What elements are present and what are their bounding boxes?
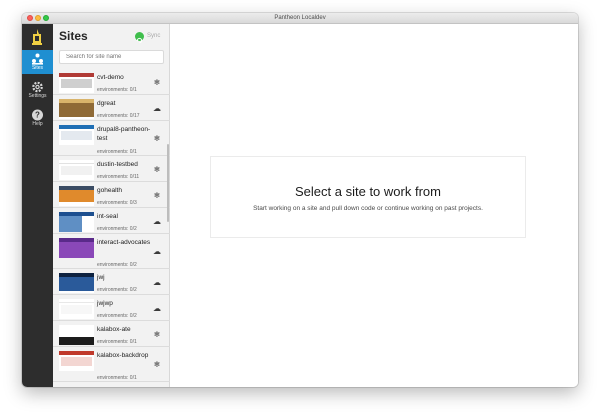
site-environments: environments: 0/1 — [97, 339, 137, 345]
site-thumbnail — [59, 238, 94, 258]
snowflake-icon: ❄ — [153, 360, 161, 369]
snowflake-icon: ❄ — [153, 165, 161, 174]
site-row[interactable]: dgreat environments: 0/17 ☁ — [53, 95, 170, 121]
site-list: cvt-demo environments: 0/1 ❄ dgreat envi… — [53, 69, 170, 387]
site-name: dustin-testbed — [97, 161, 138, 168]
site-name: interact-advocates — [97, 239, 151, 246]
snowflake-icon: ❄ — [153, 330, 161, 339]
sync-label: Sync — [147, 33, 161, 39]
site-name: drupal8-pantheon-test — [97, 126, 151, 142]
site-name: kalabox-backdrop — [97, 352, 149, 359]
panel-title: Sites — [59, 29, 88, 43]
site-thumbnail — [59, 73, 94, 93]
site-thumbnail — [59, 160, 94, 180]
site-name: dgreat — [97, 100, 116, 107]
nav-item-label: Settings — [28, 93, 47, 99]
site-search-input[interactable] — [59, 50, 164, 64]
site-row[interactable]: gohealth environments: 0/3 ❄ — [53, 182, 170, 208]
cloud-icon: ☁ — [153, 104, 161, 113]
cloud-icon: ☁ — [153, 247, 161, 256]
site-name: jwjwp — [97, 300, 113, 307]
site-name: jwj — [97, 274, 105, 281]
sites-panel: Sites Sync cvt-demo environments: 0/1 ❄ — [53, 24, 170, 387]
site-thumbnail — [59, 351, 94, 371]
title-bar: Pantheon Localdev — [22, 13, 578, 24]
empty-state-subtext: Start working on a site and pull down co… — [253, 205, 483, 212]
empty-state-heading: Select a site to work from — [295, 184, 441, 199]
snowflake-icon: ❄ — [153, 191, 161, 200]
site-row[interactable]: int-seal environments: 0/2 ☁ — [53, 208, 170, 234]
site-thumbnail — [59, 186, 94, 206]
nav-item-sites[interactable]: Sites — [22, 50, 53, 74]
site-thumbnail — [59, 273, 94, 293]
site-environments: environments: 0/2 — [97, 226, 137, 232]
site-environments: environments: 0/2 — [97, 313, 137, 319]
site-row[interactable]: interact-advocates environments: 0/2 ☁ — [53, 234, 170, 269]
app-window: Pantheon Localdev Sites Settings ? Help … — [22, 13, 578, 387]
site-environments: environments: 0/11 — [97, 174, 140, 180]
pantheon-logo-icon — [32, 29, 42, 45]
nav-item-help[interactable]: ? Help — [22, 106, 53, 130]
main-content: Select a site to work from Start working… — [170, 24, 578, 387]
snowflake-icon: ❄ — [153, 78, 161, 87]
site-environments: environments: 0/1 — [97, 375, 137, 381]
site-name: kalabox-ate — [97, 326, 131, 333]
site-environments: environments: 0/2 — [97, 287, 137, 293]
site-environments: environments: 0/17 — [97, 113, 140, 119]
window-title: Pantheon Localdev — [274, 15, 326, 21]
site-environments: environments: 0/3 — [97, 200, 137, 206]
empty-state-card: Select a site to work from Start working… — [210, 156, 526, 238]
site-row[interactable]: cvt-demo environments: 0/1 ❄ — [53, 69, 170, 95]
site-thumbnail — [59, 299, 94, 319]
site-environments: environments: 0/1 — [97, 149, 137, 155]
site-row[interactable]: jwj environments: 0/2 ☁ — [53, 269, 170, 295]
site-row[interactable]: drupal8-pantheon-test environments: 0/1 … — [53, 121, 170, 156]
snowflake-icon: ❄ — [153, 134, 161, 143]
sites-icon — [32, 53, 43, 65]
cloud-icon: ☁ — [153, 217, 161, 226]
cloud-icon: ☁ — [153, 304, 161, 313]
svg-text:?: ? — [35, 111, 40, 120]
site-row[interactable]: dustin-testbed environments: 0/11 ❄ — [53, 156, 170, 182]
site-row[interactable]: kalabox-backdrop environments: 0/1 ❄ — [53, 347, 170, 382]
nav-item-label: Sites — [31, 65, 44, 71]
help-icon: ? — [32, 109, 43, 121]
site-environments: environments: 0/2 — [97, 262, 137, 268]
site-row[interactable]: kalabox-ate environments: 0/1 ❄ — [53, 321, 170, 347]
site-thumbnail — [59, 99, 94, 119]
nav-rail: Sites Settings ? Help — [22, 24, 53, 387]
nav-item-label: Help — [32, 121, 43, 127]
gear-icon — [32, 81, 43, 93]
site-thumbnail — [59, 125, 94, 145]
site-name: gohealth — [97, 187, 122, 194]
site-thumbnail — [59, 212, 94, 232]
site-list-scrollbar[interactable] — [167, 144, 169, 222]
site-thumbnail — [59, 325, 94, 345]
site-name: int-seal — [97, 213, 118, 220]
site-environments: environments: 0/1 — [97, 87, 137, 93]
site-name: cvt-demo — [97, 74, 124, 81]
nav-item-settings[interactable]: Settings — [22, 78, 53, 102]
sync-icon — [135, 32, 144, 44]
site-row[interactable]: jwjwp environments: 0/2 ☁ — [53, 295, 170, 321]
cloud-icon: ☁ — [153, 278, 161, 287]
